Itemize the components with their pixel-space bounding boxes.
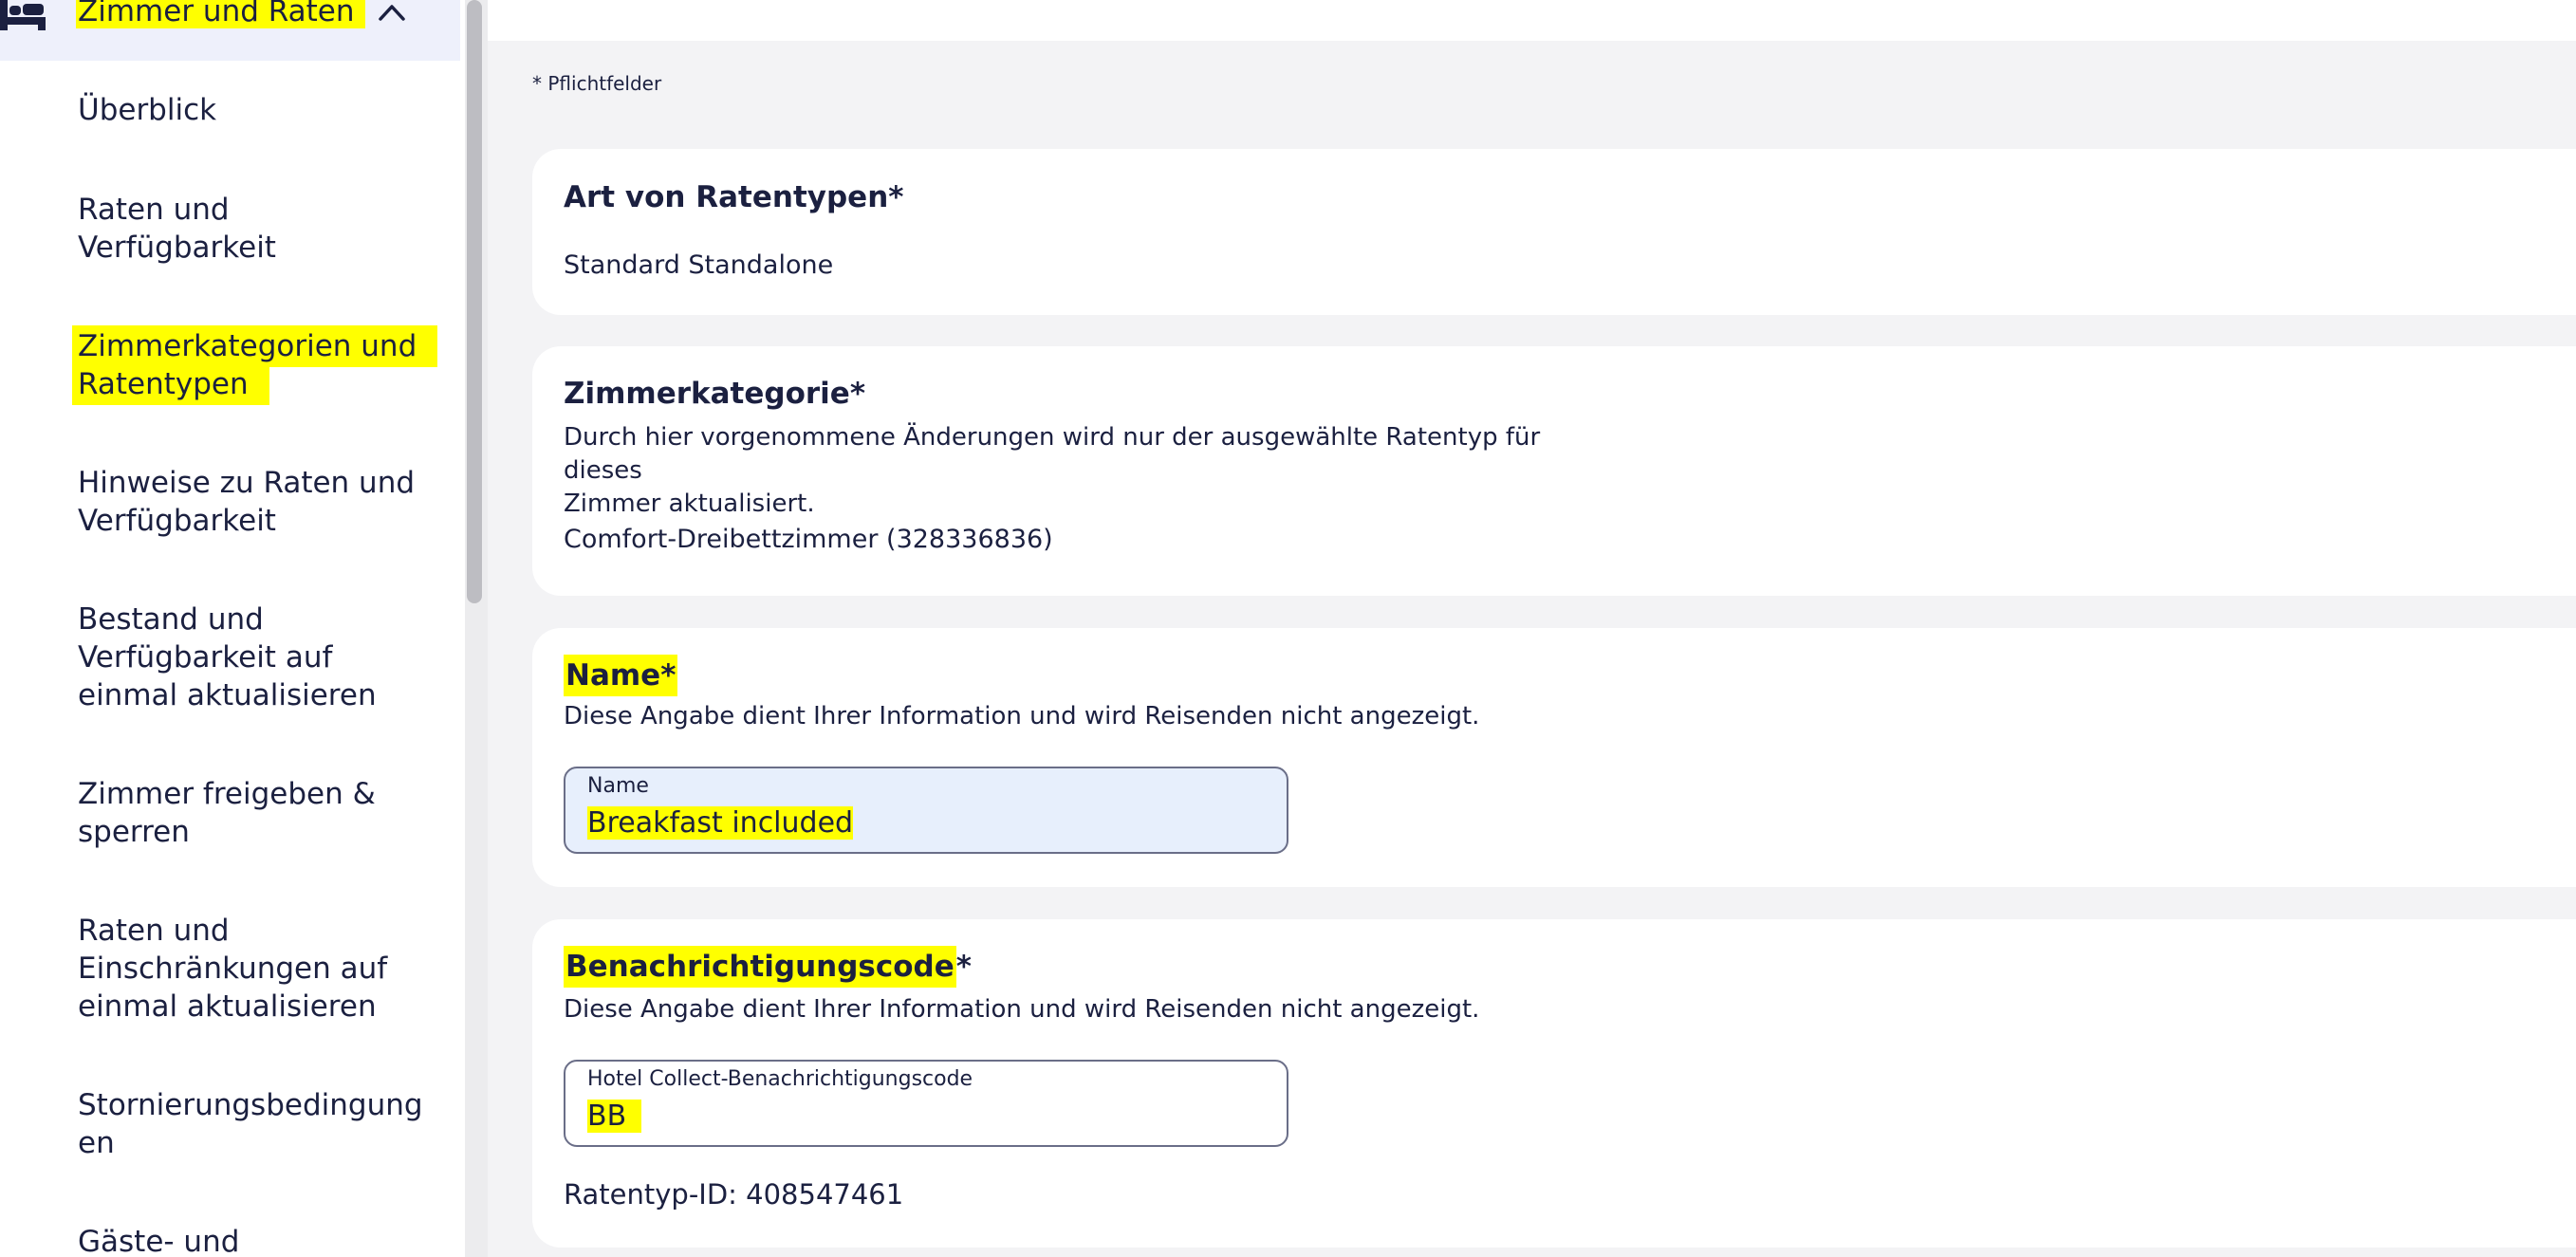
name-description: Diese Angabe dient Ihrer Information und… [564,702,1480,730]
sidebar-item-zimmer-freigeben[interactable]: Zimmer freigeben & sperren [78,775,391,851]
sidebar-scrollbar-thumb[interactable] [467,0,482,603]
sidebar-section-header[interactable]: Zimmer und Raten [0,0,460,61]
notification-code-title: Benachrichtigungscode* [564,946,972,988]
sidebar-item-raten-verfuegbarkeit[interactable]: Raten und Verfügbarkeit [78,191,324,267]
notification-code-field-value-text: BB [587,1100,642,1133]
sidebar-item-zimmerkategorien[interactable]: Zimmerkategorien und Ratentypen [72,325,438,405]
chevron-up-icon[interactable] [376,0,408,23]
notification-code-title-text: Benachrichtigungscode [564,946,956,988]
sidebar-item-label: Raten und Einschränkungen auf einmal akt… [78,914,388,1024]
rate-type-id: Ratentyp-ID: 408547461 [564,1178,904,1211]
notification-code-field-value[interactable]: BB [587,1100,642,1133]
room-category-description-line-1: Durch hier vorgenommene Änderungen wird … [564,423,1541,485]
room-category-description-line-2: Zimmer aktualisiert. [564,490,815,518]
room-category-value: Comfort-Dreibettzimmer (328336836) [564,525,1053,554]
notification-code-card: Benachrichtigungscode* Diese Angabe dien… [532,919,2576,1248]
name-field[interactable]: Name Breakfast included [564,767,1288,854]
room-category-description: Durch hier vorgenommene Änderungen wird … [564,421,1607,521]
notification-code-description: Diese Angabe dient Ihrer Information und… [564,995,1480,1024]
sidebar-item-hinweise[interactable]: Hinweise zu Raten und Verfügbarkeit [78,464,438,540]
sidebar-item-label: Gäste- und [78,1225,240,1257]
name-title-text: Name* [564,655,678,696]
sidebar-item-label: Stornierungsbedingungen [78,1088,423,1160]
rate-type-kind-value: Standard Standalone [564,250,834,280]
name-field-value-text: Breakfast included [587,806,854,840]
main-top-bar [488,0,2576,41]
sidebar-item-label: Raten und Verfügbarkeit [78,193,276,265]
rate-type-kind-title: Art von Ratentypen* [564,180,904,214]
notification-code-field[interactable]: Hotel Collect-Benachrichtigungscode BB [564,1060,1288,1147]
sidebar-item-bestand-aktualisieren[interactable]: Bestand und Verfügbarkeit auf einmal akt… [78,601,381,714]
sidebar-item-label: Zimmer freigeben & sperren [78,777,376,849]
section-title: Zimmer und Raten [76,0,366,32]
sidebar-item-ueberblick[interactable]: Überblick [78,91,429,129]
rate-type-kind-card: Art von Ratentypen* Standard Standalone [532,149,2576,315]
name-field-label: Name [587,774,649,798]
room-category-card: Zimmerkategorie* Durch hier vorgenommene… [532,346,2576,596]
name-card: Name* Diese Angabe dient Ihrer Informati… [532,628,2576,887]
name-field-value[interactable]: Breakfast included [587,806,854,840]
sidebar-item-label: Bestand und Verfügbarkeit auf einmal akt… [78,602,377,712]
sidebar-item-label: Zimmerkategorien und Ratentypen [72,325,438,405]
sidebar-item-label: Überblick [78,93,217,127]
sidebar-item-stornierungsbedingungen[interactable]: Stornierungsbedingungen [78,1086,438,1162]
sidebar-item-raten-einschraenkungen[interactable]: Raten und Einschränkungen auf einmal akt… [78,912,410,1026]
bed-icon [0,0,46,30]
section-title-text: Zimmer und Raten [76,0,366,28]
sidebar-item-gaeste[interactable]: Gäste- und [78,1223,429,1257]
sidebar: Zimmer und Raten Überblick Raten und Ver… [0,0,465,1257]
required-fields-note: * Pflichtfelder [532,72,662,95]
notification-code-required-mark: * [955,950,972,984]
notification-code-field-label: Hotel Collect-Benachrichtigungscode [587,1067,973,1091]
room-category-title: Zimmerkategorie* [564,377,866,411]
name-title: Name* [564,655,678,696]
sidebar-item-label: Hinweise zu Raten und Verfügbarkeit [78,466,416,538]
